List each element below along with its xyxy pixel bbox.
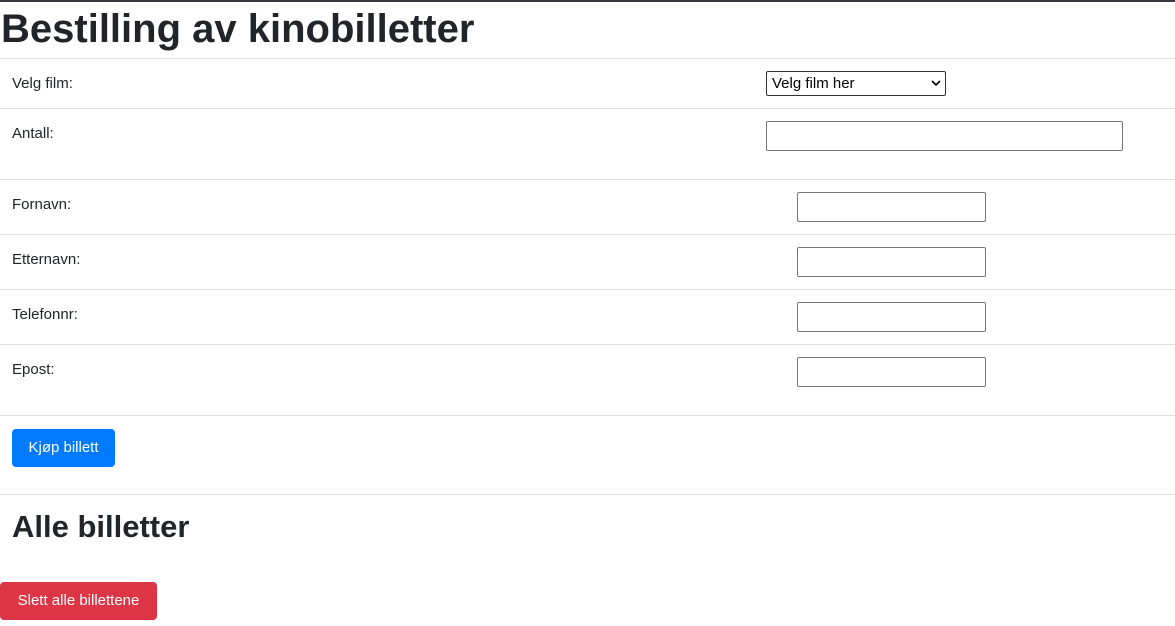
page: Bestilling av kinobilletter Velg film: V… [0, 0, 1175, 626]
page-title: Bestilling av kinobilletter [1, 7, 475, 51]
submit-row: Kjøp billett [0, 415, 1175, 494]
telefonnr-row: Telefonnr: [0, 289, 1175, 344]
epost-row: Epost: [0, 344, 1175, 415]
antall-label: Antall: [12, 125, 54, 142]
epost-input[interactable] [797, 357, 986, 387]
buy-ticket-button[interactable]: Kjøp billett [12, 429, 115, 467]
delete-all-tickets-button[interactable]: Slett alle billettene [0, 582, 157, 620]
film-label: Velg film: [12, 75, 73, 92]
tickets-title: Alle billetter [12, 509, 190, 544]
telefonnr-label: Telefonnr: [12, 306, 78, 323]
chevron-down-icon [931, 80, 941, 87]
etternavn-row: Etternavn: [0, 234, 1175, 289]
fornavn-label: Fornavn: [12, 196, 72, 213]
antall-input[interactable] [766, 121, 1123, 151]
etternavn-input[interactable] [797, 247, 986, 277]
epost-label: Epost: [12, 361, 55, 378]
fornavn-input[interactable] [797, 192, 986, 222]
antall-row: Antall: [0, 108, 1175, 179]
tickets-section: Alle billetter Slett alle billettene [0, 494, 1175, 626]
etternavn-label: Etternavn: [12, 251, 81, 268]
film-row: Velg film: Velg film her [0, 58, 1175, 108]
telefonnr-input[interactable] [797, 302, 986, 332]
film-select[interactable]: Velg film her [766, 71, 946, 96]
film-select-value: Velg film her [772, 75, 855, 92]
fornavn-row: Fornavn: [0, 179, 1175, 234]
